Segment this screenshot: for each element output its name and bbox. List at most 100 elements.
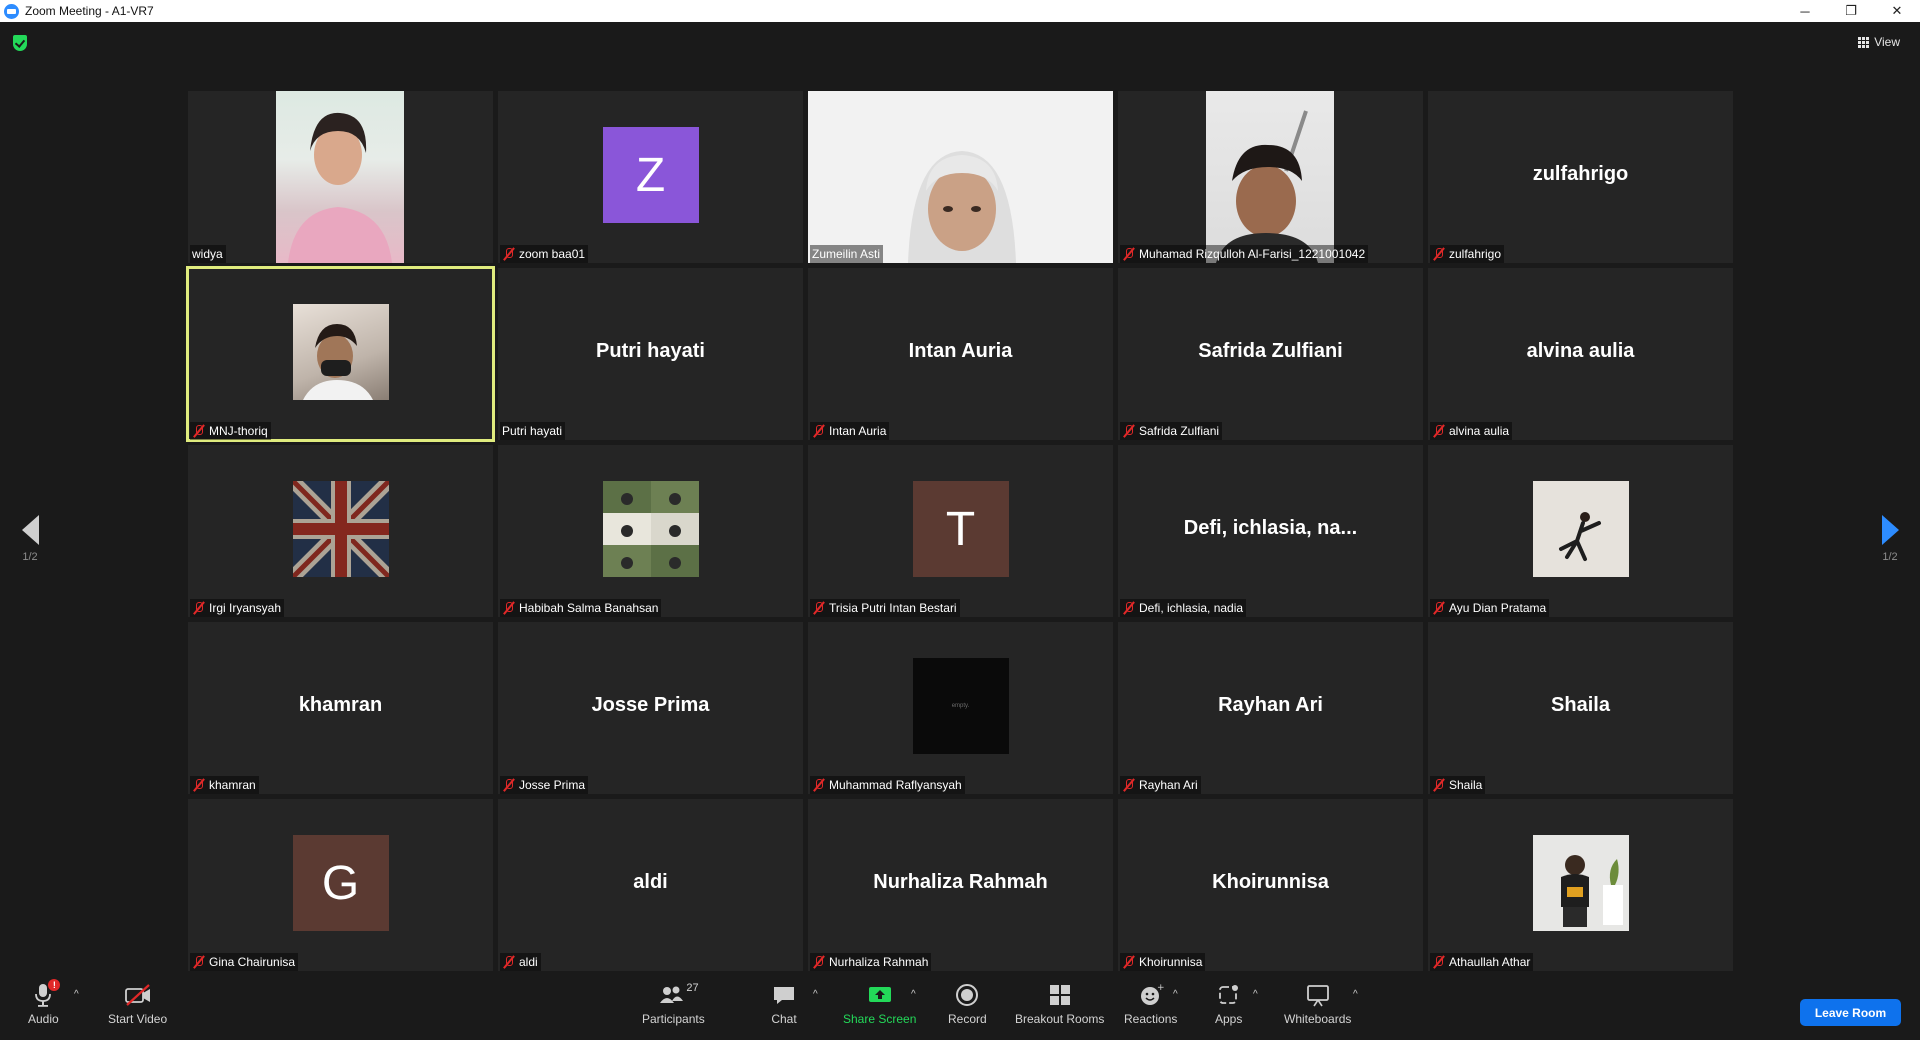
mic-muted-icon — [1432, 955, 1446, 969]
chat-button[interactable]: Chat — [771, 982, 797, 1026]
share-screen-button[interactable]: Share Screen — [843, 982, 916, 1026]
shield-check-icon[interactable] — [13, 35, 27, 51]
participant-display-name: Putri hayati — [596, 340, 705, 362]
participant-tile[interactable]: Nurhaliza Rahmah Nurhaliza Rahmah — [808, 799, 1113, 971]
breakout-rooms-button[interactable]: Breakout Rooms — [1015, 982, 1104, 1026]
participant-tile[interactable]: Putri hayati Putri hayati — [498, 268, 803, 440]
share-screen-label: Share Screen — [843, 1012, 917, 1026]
share-options-caret[interactable]: ^ — [911, 989, 916, 1000]
participant-tile[interactable]: Josse Prima Josse Prima — [498, 622, 803, 794]
participant-name-label: Trisia Putri Intan Bestari — [810, 599, 960, 617]
participant-name-label: Nurhaliza Rahmah — [810, 953, 932, 971]
close-button[interactable]: ✕ — [1874, 0, 1920, 22]
participant-display-name: Defi, ichlasia, na... — [1183, 517, 1358, 539]
participant-tile[interactable]: MNJ-thoriq — [186, 266, 495, 442]
apps-button[interactable]: Apps — [1215, 982, 1242, 1026]
whiteboard-icon — [1305, 982, 1331, 1008]
participant-display-name: Rayhan Ari — [1218, 694, 1323, 716]
next-page-nav[interactable]: 1/2 — [1870, 515, 1910, 563]
mic-muted-icon — [192, 778, 206, 792]
mic-muted-icon — [1432, 601, 1446, 615]
participant-name-label: Josse Prima — [500, 776, 589, 794]
participant-name-text: Zumeilin Asti — [812, 247, 881, 261]
participant-name-label: MNJ-thoriq — [190, 422, 271, 440]
apps-icon — [1216, 982, 1242, 1008]
participant-tile[interactable]: Shaila Shaila — [1428, 622, 1733, 794]
participant-grid: widya Zzoom baa01 Zumeilin Asti Muhamad Riz… — [186, 91, 1734, 971]
participant-display-name: Nurhaliza Rahmah — [873, 871, 1048, 893]
participant-tile[interactable]: Irgi Iryansyah — [188, 445, 493, 617]
participant-tile[interactable]: Habibah Salma Banahsan — [498, 445, 803, 617]
participant-name-label: khamran — [190, 776, 259, 794]
whiteboards-button[interactable]: Whiteboards — [1284, 982, 1351, 1026]
mic-muted-icon — [812, 778, 826, 792]
breakout-rooms-icon — [1047, 982, 1073, 1008]
participant-name-label: zulfahrigo — [1430, 245, 1505, 263]
participant-display-name: Khoirunnisa — [1212, 871, 1329, 893]
participant-tile[interactable]: Athaullah Athar — [1428, 799, 1733, 971]
participant-tile[interactable]: Defi, ichlasia, na... Defi, ichlasia, nad… — [1118, 445, 1423, 617]
zoom-meeting-window: Zoom Meeting - A1-VR7 ─ ❐ ✕ View 1/2 1/2… — [0, 0, 1920, 1040]
participant-tile[interactable]: empty. Muhammad Raflyansyah — [808, 622, 1113, 794]
smiley-plus-icon: + — [1138, 982, 1164, 1008]
audio-button[interactable]: ! Audio — [28, 979, 61, 1026]
previous-page-nav[interactable]: 1/2 — [10, 515, 50, 563]
participant-tile[interactable]: alvina aulia alvina aulia — [1428, 268, 1733, 440]
participant-name-text: Nurhaliza Rahmah — [829, 955, 929, 969]
chevron-left-icon[interactable] — [21, 515, 39, 545]
leave-room-button[interactable]: Leave Room — [1800, 999, 1901, 1026]
participant-tile[interactable]: Muhamad Rizqulloh Al-Farisi_1221001042 — [1118, 91, 1423, 263]
participant-name-label: Muhammad Raflyansyah — [810, 776, 965, 794]
minimize-button[interactable]: ─ — [1782, 0, 1828, 22]
participant-name-text: Rayhan Ari — [1139, 778, 1198, 792]
mic-muted-icon — [812, 955, 826, 969]
participants-button[interactable]: 27 Participants — [642, 982, 705, 1026]
chat-options-caret[interactable]: ^ — [813, 989, 818, 1000]
start-video-button[interactable]: Start Video — [108, 982, 167, 1026]
participants-icon: 27 — [658, 982, 699, 1008]
chevron-right-icon[interactable] — [1881, 515, 1899, 545]
participant-name-text: Putri hayati — [502, 424, 563, 438]
participant-tile[interactable]: Khoirunnisa Khoirunnisa — [1118, 799, 1423, 971]
mic-muted-icon — [1432, 778, 1446, 792]
participant-tile[interactable]: Zzoom baa01 — [498, 91, 803, 263]
participant-tile[interactable]: T Trisia Putri Intan Bestari — [808, 445, 1113, 617]
participant-tile[interactable]: Ayu Dian Pratama — [1428, 445, 1733, 617]
mic-muted-icon — [502, 778, 516, 792]
participant-name-text: alvina aulia — [1449, 424, 1510, 438]
participant-name-label: widya — [190, 245, 226, 263]
participant-tile[interactable]: G Gina Chairunisa — [188, 799, 493, 971]
participant-tile[interactable]: khamran khamran — [188, 622, 493, 794]
audio-options-caret[interactable]: ^ — [74, 989, 79, 1000]
participant-tile[interactable]: Rayhan Ari Rayhan Ari — [1118, 622, 1423, 794]
reactions-options-caret[interactable]: ^ — [1173, 989, 1178, 1000]
view-button[interactable]: View — [1852, 31, 1906, 53]
participant-tile[interactable]: Zumeilin Asti — [808, 91, 1113, 263]
meeting-toolbar: ! Audio ^ Start Video 27 Participants Ch… — [0, 975, 1920, 1040]
participant-tile[interactable]: zulfahrigo zulfahrigo — [1428, 91, 1733, 263]
apps-options-caret[interactable]: ^ — [1253, 989, 1258, 1000]
mic-muted-icon — [502, 601, 516, 615]
participant-avatar: T — [912, 481, 1009, 577]
participant-name-text: Muhammad Raflyansyah — [829, 778, 962, 792]
participant-name-text: Ayu Dian Pratama — [1449, 601, 1547, 615]
reactions-button[interactable]: + Reactions — [1124, 982, 1177, 1026]
participant-tile[interactable]: Safrida Zulfiani Safrida Zulfiani — [1118, 268, 1423, 440]
participant-tile[interactable]: aldi aldi — [498, 799, 803, 971]
title-bar: Zoom Meeting - A1-VR7 ─ ❐ ✕ — [0, 0, 1920, 22]
participant-name-text: Irgi Iryansyah — [209, 601, 282, 615]
participant-avatar: Z — [602, 127, 699, 223]
participant-name-text: Josse Prima — [519, 778, 586, 792]
mic-muted-icon — [1122, 778, 1136, 792]
reactions-label: Reactions — [1124, 1012, 1178, 1026]
participant-tile[interactable]: widya — [188, 91, 493, 263]
record-button[interactable]: Record — [948, 982, 987, 1026]
whiteboards-options-caret[interactable]: ^ — [1353, 989, 1358, 1000]
participant-avatar: G — [292, 835, 389, 931]
participant-name-label: Gina Chairunisa — [190, 953, 299, 971]
participant-tile[interactable]: Intan Auria Intan Auria — [808, 268, 1113, 440]
participant-name-label: Athaullah Athar — [1430, 953, 1534, 971]
restore-button[interactable]: ❐ — [1828, 0, 1874, 22]
svg-text:+: + — [1157, 983, 1164, 993]
participant-name-text: Habibah Salma Banahsan — [519, 601, 659, 615]
